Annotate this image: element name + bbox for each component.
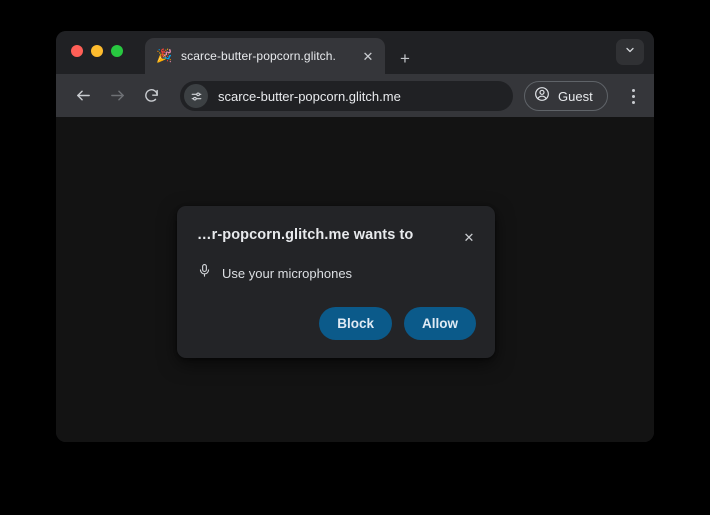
microphone-icon — [197, 263, 212, 283]
menu-dot — [631, 94, 635, 98]
close-icon[interactable]: ✕ — [357, 45, 379, 67]
guest-profile-button[interactable]: Guest — [524, 81, 608, 111]
page-viewport: …r-popcorn.glitch.me wants to ✕ Use your… — [56, 117, 654, 442]
close-icon[interactable]: ✕ — [459, 227, 479, 247]
block-button[interactable]: Block — [319, 307, 392, 340]
dialog-actions: Block Allow — [319, 307, 476, 340]
back-arrow-icon — [75, 87, 92, 104]
browser-tab[interactable]: 🎉 scarce-butter-popcorn.glitch. ✕ — [145, 38, 385, 74]
browser-window: 🎉 scarce-butter-popcorn.glitch. ✕ + scar… — [56, 31, 654, 442]
party-popper-icon: 🎉 — [156, 48, 173, 63]
guest-profile-label: Guest — [558, 88, 593, 104]
address-bar-url: scarce-butter-popcorn.glitch.me — [218, 88, 401, 104]
reload-button[interactable] — [137, 82, 165, 110]
reload-icon — [143, 87, 160, 104]
dialog-header: …r-popcorn.glitch.me wants to ✕ — [177, 206, 495, 247]
new-tab-button[interactable]: + — [394, 47, 416, 69]
tab-search-button[interactable] — [616, 39, 644, 65]
permission-label: Use your microphones — [222, 265, 353, 281]
dialog-title: …r-popcorn.glitch.me wants to — [197, 227, 414, 243]
screenshot-root: 🎉 scarce-butter-popcorn.glitch. ✕ + scar… — [0, 0, 710, 515]
microphone-permission-dialog: …r-popcorn.glitch.me wants to ✕ Use your… — [177, 206, 495, 358]
tab-title: scarce-butter-popcorn.glitch. — [181, 49, 336, 63]
tune-sliders-icon[interactable] — [184, 84, 208, 108]
tab-strip: 🎉 scarce-butter-popcorn.glitch. ✕ + — [56, 31, 654, 74]
allow-button[interactable]: Allow — [404, 307, 476, 340]
account-circle-icon — [534, 86, 550, 107]
window-traffic-lights — [71, 45, 123, 57]
window-maximize-button[interactable] — [111, 45, 123, 57]
forward-button — [103, 82, 131, 110]
address-bar[interactable]: scarce-butter-popcorn.glitch.me — [180, 81, 513, 111]
forward-arrow-icon — [109, 87, 126, 104]
browser-toolbar: scarce-butter-popcorn.glitch.me Guest — [56, 74, 654, 117]
menu-dot — [631, 100, 635, 104]
window-minimize-button[interactable] — [91, 45, 103, 57]
menu-dot — [631, 88, 635, 92]
permission-row: Use your microphones — [177, 247, 495, 283]
chevron-down-icon — [624, 43, 636, 61]
back-button[interactable] — [69, 82, 97, 110]
window-close-button[interactable] — [71, 45, 83, 57]
three-dot-menu-icon[interactable] — [620, 83, 646, 109]
